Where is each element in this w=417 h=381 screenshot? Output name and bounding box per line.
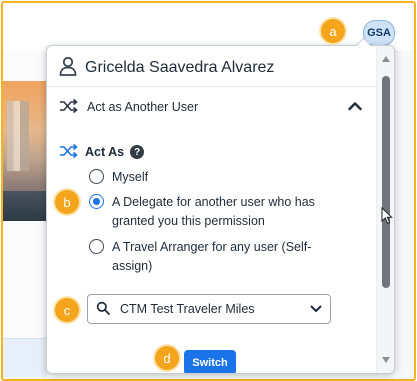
scroll-down-arrow-icon[interactable] (381, 355, 391, 365)
user-name: Gricelda Saavedra Alvarez (85, 59, 275, 76)
radio-myself[interactable] (89, 169, 104, 184)
profile-menu-panel: Gricelda Saavedra Alvarez Act as Another… (46, 45, 395, 374)
radio-travel-arranger[interactable] (89, 239, 104, 254)
chevron-up-icon[interactable] (345, 96, 365, 116)
user-search-select[interactable]: CTM Test Traveler Miles (87, 294, 331, 324)
shuffle-icon (59, 98, 79, 117)
switch-button[interactable]: Switch (184, 350, 236, 373)
callout-a: a (321, 19, 345, 43)
user-outline-icon (59, 56, 77, 81)
radio-option-myself[interactable]: Myself (89, 168, 329, 187)
act-as-label: Act As (85, 145, 125, 159)
background-band (3, 338, 47, 377)
callout-d: d (155, 346, 179, 370)
background-destination-image (3, 81, 47, 221)
radio-label-myself: Myself (112, 170, 149, 184)
scroll-up-arrow-icon[interactable] (381, 54, 391, 64)
shuffle-icon (59, 143, 79, 162)
scrollbar-thumb[interactable] (382, 76, 390, 288)
user-select-value: CTM Test Traveler Miles (120, 302, 255, 316)
callout-c: c (55, 298, 79, 322)
chevron-down-icon (310, 302, 322, 316)
radio-label-delegate: A Delegate for another user who has gran… (112, 195, 315, 228)
help-icon[interactable]: ? (130, 145, 145, 159)
mouse-cursor-icon (381, 206, 393, 230)
user-name-row: Gricelda Saavedra Alvarez (59, 54, 274, 82)
search-icon (96, 301, 110, 318)
divider (47, 86, 375, 87)
radio-delegate[interactable] (89, 194, 104, 209)
act-as-another-user-toggle[interactable]: Act as Another User (59, 94, 359, 120)
background-right (397, 51, 414, 379)
callout-b: b (55, 190, 79, 214)
radio-label-travel-arranger: A Travel Arranger for any user (Self-ass… (112, 240, 312, 273)
act-as-heading: Act As ? (59, 139, 145, 165)
radio-option-travel-arranger[interactable]: A Travel Arranger for any user (Self-ass… (89, 238, 329, 276)
act-as-another-user-label: Act as Another User (87, 100, 199, 114)
radio-option-delegate[interactable]: A Delegate for another user who has gran… (89, 193, 329, 231)
